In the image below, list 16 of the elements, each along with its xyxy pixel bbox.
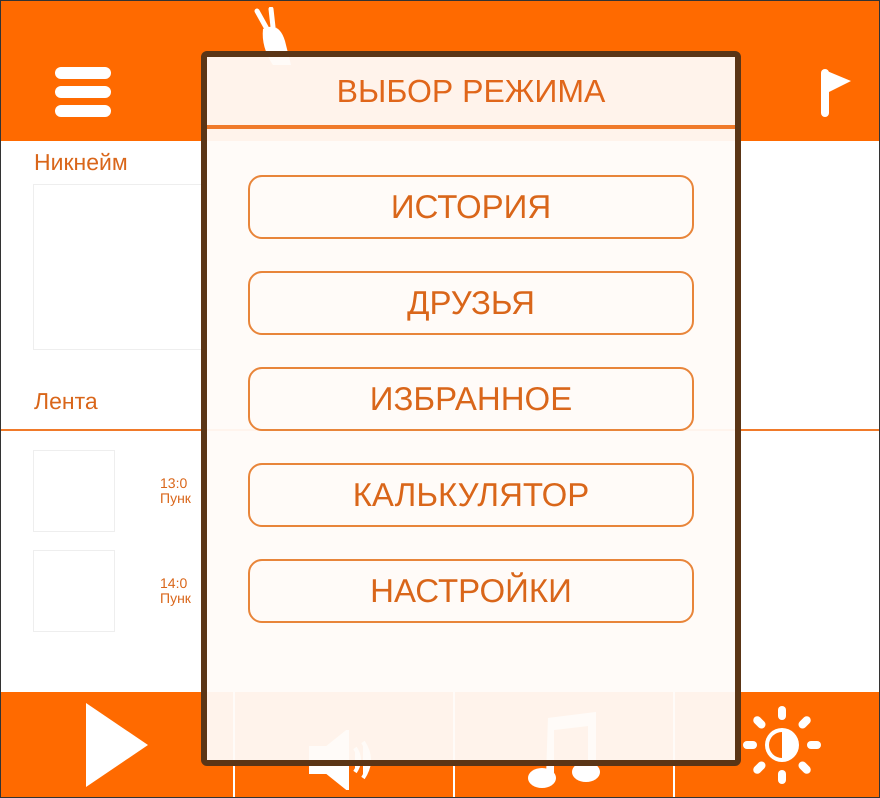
mode-option[interactable]: НАСТРОЙКИ <box>248 559 694 623</box>
dialog-title: ВЫБОР РЕЖИМА <box>336 72 606 110</box>
flag-icon[interactable] <box>821 69 851 117</box>
feed-time: 14:0 <box>160 576 188 591</box>
feed-text: Пунк <box>160 591 191 606</box>
mode-option[interactable]: ДРУЗЬЯ <box>248 271 694 335</box>
nickname-label: Никнейм <box>34 149 128 175</box>
mode-option[interactable]: ИЗБРАННОЕ <box>248 367 694 431</box>
brightness-icon[interactable] <box>743 706 821 784</box>
menu-icon[interactable] <box>55 67 111 117</box>
mode-option[interactable]: ИСТОРИЯ <box>248 175 694 239</box>
mode-option[interactable]: КАЛЬКУЛЯТОР <box>248 463 694 527</box>
feed-time: 13:0 <box>160 476 188 491</box>
play-icon[interactable] <box>86 702 148 786</box>
feed-text: Пунк <box>160 491 191 506</box>
feed-label: Лента <box>34 388 98 414</box>
